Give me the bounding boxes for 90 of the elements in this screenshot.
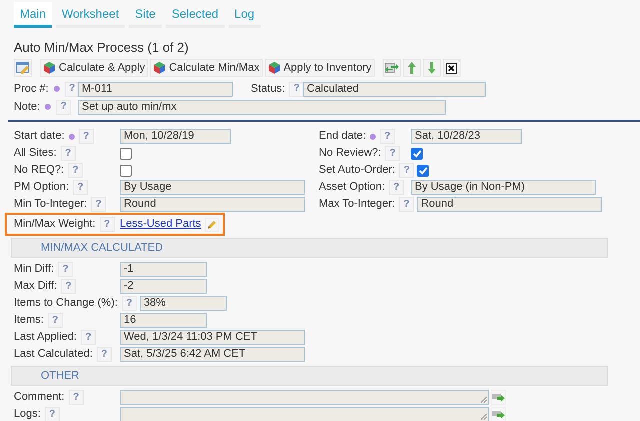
edit-button[interactable] [205, 218, 220, 232]
field-label: Min Diff: [14, 262, 54, 278]
resize-grip-icon[interactable] [481, 397, 487, 403]
field-label: Start date: [14, 129, 65, 144]
help-button[interactable]: ? [48, 313, 63, 328]
help-button[interactable]: ? [60, 146, 76, 161]
pencil-icon [207, 220, 218, 230]
toolbar-button[interactable]: Apply to Inventory [264, 59, 375, 77]
text-area[interactable] [120, 407, 489, 421]
append-button[interactable] [491, 407, 506, 421]
input-field[interactable]: Sat, 5/3/25 6:42 AM CET [120, 347, 305, 362]
input-field[interactable]: -1 [120, 262, 207, 277]
cube-icon [43, 62, 56, 74]
select-field[interactable]: By Usage [120, 180, 305, 195]
help-button[interactable]: ? [385, 146, 400, 161]
refresh-icon [384, 62, 399, 74]
help-button[interactable]: ? [81, 330, 96, 345]
field-label: Min/Max Weight: [14, 217, 96, 232]
input-field[interactable]: Sat, 10/28/23 [411, 129, 522, 144]
text-area[interactable] [120, 390, 489, 405]
close-icon [446, 62, 458, 74]
help-button[interactable]: ? [100, 217, 115, 232]
append-button[interactable] [491, 390, 506, 405]
help-button[interactable]: ? [78, 129, 94, 144]
section-header: OTHER [11, 366, 608, 386]
field-label: End date: [319, 129, 366, 144]
help-button[interactable]: ? [68, 390, 84, 405]
toolbar-button[interactable]: Calculate & Apply [40, 59, 148, 77]
checkbox[interactable] [417, 164, 430, 176]
form-edit-icon [16, 62, 30, 74]
field-label: Asset Option: [319, 180, 386, 196]
help-button[interactable]: ? [64, 82, 80, 96]
field-label: Max To-Integer: [319, 197, 396, 212]
input-field[interactable]: Calculated [303, 82, 486, 96]
field-label: Status: [251, 82, 286, 97]
field-label: No Review?: [319, 146, 382, 162]
help-button[interactable]: ? [122, 296, 137, 311]
field-label: No REQ?: [14, 163, 64, 178]
section-header: MIN/MAX CALCULATED [11, 238, 608, 258]
checkbox[interactable] [120, 148, 132, 160]
help-button[interactable]: ? [58, 262, 74, 277]
help-button[interactable]: ? [399, 163, 414, 178]
help-button[interactable]: ? [56, 100, 72, 114]
resize-grip-icon[interactable] [481, 414, 487, 420]
field-label: Comment: [14, 390, 65, 406]
help-button[interactable]: ? [380, 129, 396, 144]
cube-icon [153, 62, 166, 74]
arrow-up-icon [408, 62, 416, 74]
select-field[interactable]: Round [417, 197, 602, 212]
tab[interactable]: Main [14, 2, 52, 28]
field-label: PM Option: [14, 180, 70, 196]
value-link[interactable]: Less-Used Parts [120, 216, 202, 233]
field-label: Min To-Integer: [14, 197, 88, 212]
field-label: Last Applied: [14, 330, 77, 346]
help-button[interactable]: ? [44, 407, 60, 421]
field-label: All Sites: [14, 146, 57, 162]
field-label: Items: [14, 313, 44, 328]
help-button[interactable]: ? [289, 82, 304, 96]
help-button[interactable]: ? [389, 180, 404, 195]
input-field[interactable]: 16 [120, 313, 207, 328]
select-field[interactable]: By Usage (in Non-PM) [411, 180, 596, 195]
help-button[interactable]: ? [68, 163, 84, 178]
help-button[interactable]: ? [96, 347, 112, 362]
input-field[interactable]: Mon, 10/28/19 [120, 129, 231, 144]
select-field[interactable]: Round [120, 197, 305, 212]
checkbox[interactable] [411, 148, 423, 160]
field-label: Items to Change (%): [14, 296, 118, 312]
field-label: Logs: [14, 407, 41, 421]
arrow-down-icon [428, 62, 436, 74]
arrow-right-icon [492, 392, 505, 402]
form-title: Auto Min/Max Process (1 of 2) [14, 39, 190, 56]
toolbar-icon-button[interactable] [442, 59, 461, 77]
help-button[interactable]: ? [73, 180, 88, 195]
help-button[interactable]: ? [91, 197, 106, 212]
field-label: Proc #: [14, 82, 49, 97]
field-label: Last Calculated: [14, 347, 93, 362]
field-label: Set Auto-Order: [319, 163, 396, 178]
field-label: Max Diff: [14, 279, 58, 294]
arrow-right-icon [492, 410, 505, 420]
checkbox[interactable] [120, 164, 132, 176]
input-field[interactable]: 38% [140, 296, 227, 311]
input-field[interactable]: -2 [120, 279, 207, 294]
cube-icon [268, 62, 281, 74]
input-field[interactable]: M-011 [78, 82, 233, 96]
help-button[interactable]: ? [399, 197, 414, 212]
input-field[interactable]: Wed, 1/3/24 11:03 PM CET [120, 330, 305, 345]
help-button[interactable]: ? [61, 279, 76, 294]
field-label: Note: [14, 100, 40, 115]
toolbar-button[interactable]: Calculate Min/Max [150, 59, 263, 77]
input-field[interactable]: Set up auto min/mx [78, 100, 446, 114]
